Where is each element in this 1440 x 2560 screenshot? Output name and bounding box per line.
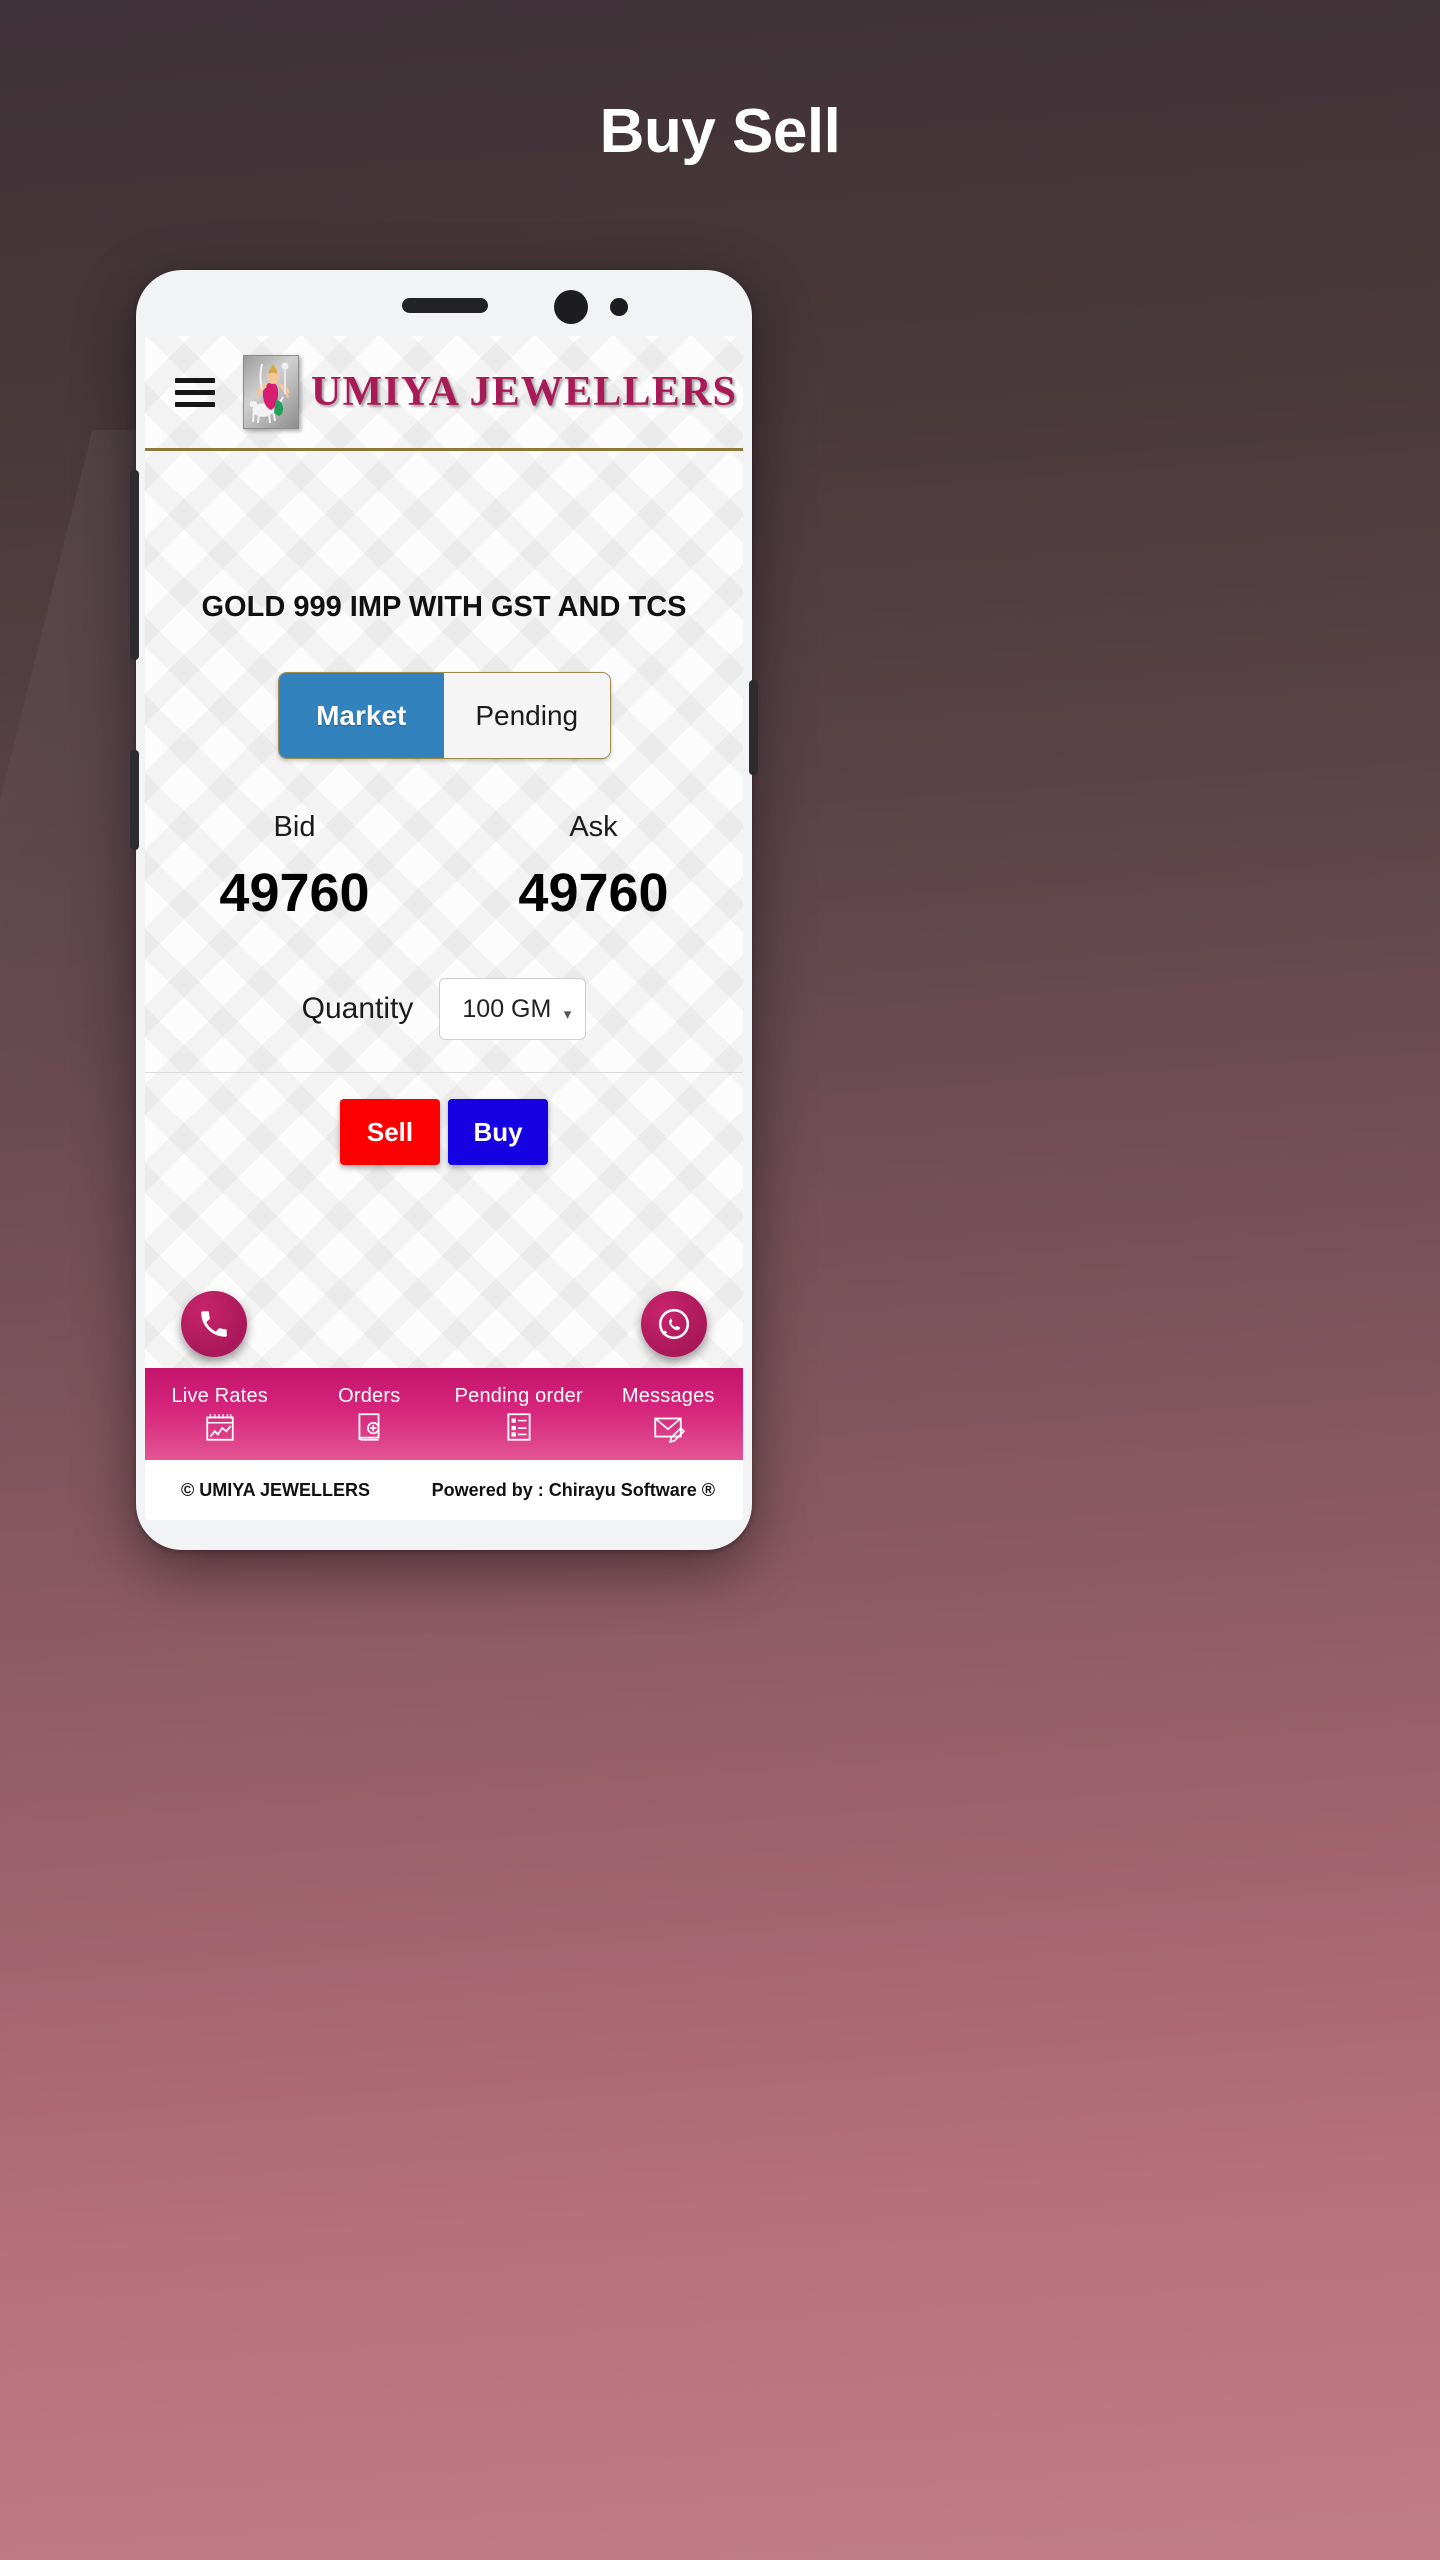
deity-illustration-icon	[250, 362, 291, 424]
tab-market[interactable]: Market	[278, 673, 444, 758]
buy-button[interactable]: Buy	[448, 1099, 548, 1165]
app-body: GOLD 999 IMP WITH GST AND TCS Market Pen…	[145, 591, 743, 1165]
bid-label: Bid	[273, 811, 316, 843]
power-button[interactable]	[749, 680, 758, 775]
nav-item-pending-order[interactable]: Pending order	[444, 1368, 594, 1460]
bid-column: Bid 49760	[145, 811, 444, 924]
call-floating-button[interactable]	[181, 1291, 247, 1357]
ask-value: 49760	[518, 863, 669, 923]
product-title: GOLD 999 IMP WITH GST AND TCS	[201, 591, 687, 623]
whatsapp-floating-button[interactable]	[641, 1291, 707, 1357]
quantity-label: Quantity	[301, 992, 414, 1025]
umiya-mataji-logo-icon	[243, 355, 299, 429]
volume-down-button[interactable]	[130, 750, 139, 850]
envelope-pencil-icon	[654, 1417, 686, 1443]
app-header: UMIYA JEWELLERS	[145, 336, 743, 451]
earpiece-speaker	[402, 298, 488, 313]
phone-icon	[201, 1311, 227, 1337]
volume-up-button[interactable]	[130, 470, 139, 660]
tab-pending[interactable]: Pending	[444, 673, 610, 758]
sensor-icon	[610, 298, 628, 316]
order-book-plus-icon	[358, 1412, 380, 1441]
app-footer: © UMIYA JEWELLERS Powered by : Chirayu S…	[145, 1460, 743, 1520]
nav-label-messages: Messages	[621, 1384, 715, 1407]
action-row: Sell Buy	[145, 1099, 743, 1165]
front-camera-icon	[554, 290, 588, 324]
quote-row: Bid 49760 Ask 49760	[145, 811, 743, 924]
hamburger-menu-icon[interactable]	[175, 371, 215, 414]
nav-item-live-rates[interactable]: Live Rates	[145, 1368, 295, 1460]
pending-list-icon	[507, 1412, 531, 1441]
nav-item-orders[interactable]: Orders	[295, 1368, 445, 1460]
nav-label-orders: Orders	[338, 1384, 401, 1407]
nav-label-live-rates: Live Rates	[171, 1384, 268, 1407]
order-mode-toggle: Market Pending	[277, 672, 611, 759]
quantity-value: 100 GM	[462, 994, 552, 1023]
phone-device-frame: UMIYA JEWELLERS GOLD 999 IMP WITH GST AN…	[130, 270, 758, 1550]
powered-by-text: Powered by : Chirayu Software ®	[431, 1479, 715, 1500]
phone-screen: UMIYA JEWELLERS GOLD 999 IMP WITH GST AN…	[145, 336, 743, 1520]
quantity-select[interactable]: 100 GM ▾	[439, 978, 587, 1040]
sell-button[interactable]: Sell	[340, 1099, 440, 1165]
bid-value: 49760	[219, 863, 370, 923]
nav-item-messages[interactable]: Messages	[594, 1368, 744, 1460]
page-title: Buy Sell	[599, 97, 841, 166]
quantity-row: Quantity 100 GM ▾	[145, 978, 743, 1073]
ask-label: Ask	[569, 811, 618, 843]
chart-rates-icon	[206, 1413, 234, 1441]
brand-name: UMIYA JEWELLERS	[311, 369, 738, 415]
nav-label-pending-order: Pending order	[454, 1384, 583, 1407]
bottom-navigation-bar: Live Rates Orders Pending order Messages	[145, 1368, 743, 1460]
ask-column: Ask 49760	[444, 811, 743, 924]
chevron-down-icon: ▾	[563, 1006, 572, 1023]
whatsapp-icon	[658, 1308, 690, 1340]
copyright-text: © UMIYA JEWELLERS	[181, 1479, 370, 1500]
